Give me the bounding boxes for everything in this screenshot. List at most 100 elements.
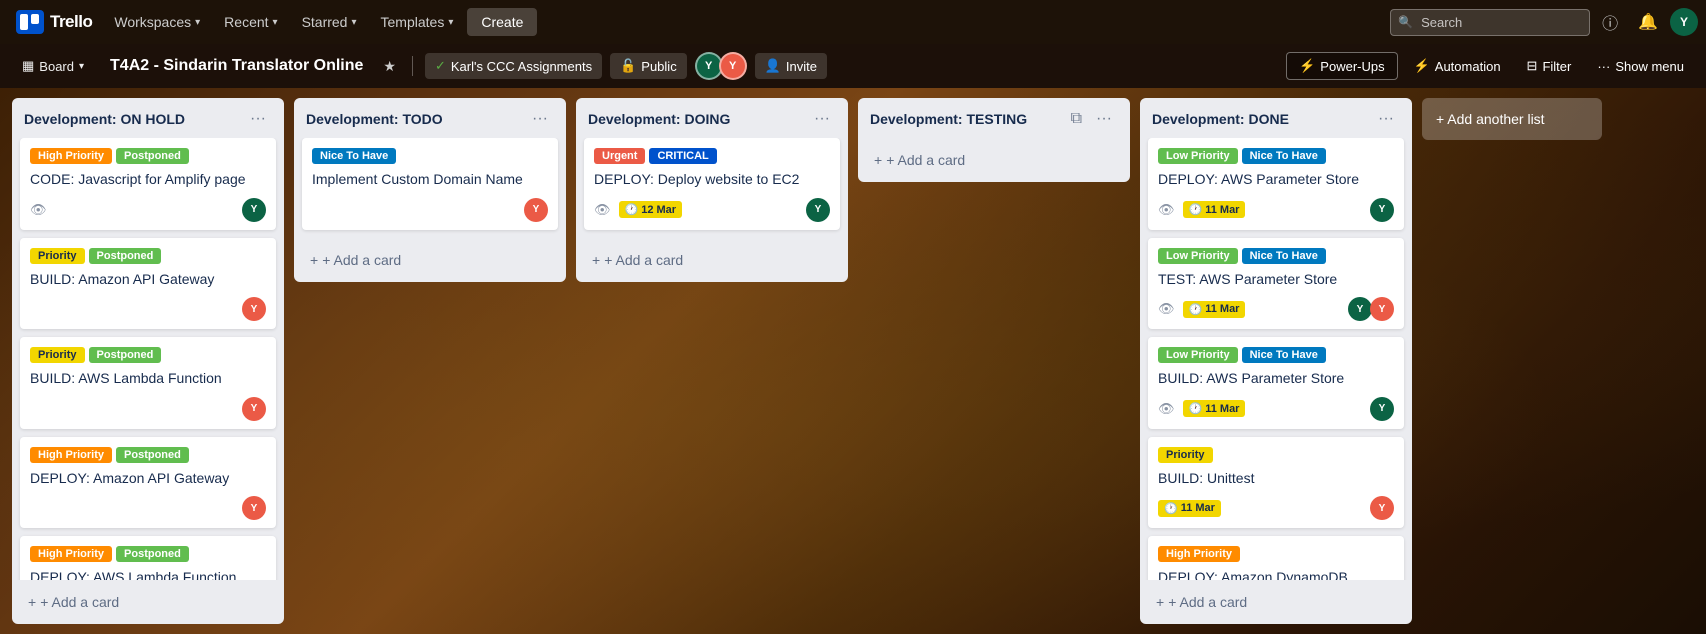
card-member-avatar[interactable]: Y <box>1370 397 1394 421</box>
public-button[interactable]: 🔓 Public <box>610 53 687 79</box>
card-member-avatar[interactable]: Y <box>806 198 830 222</box>
board-type-chevron: ▾ <box>79 61 84 72</box>
card-member-avatar[interactable]: Y <box>242 198 266 222</box>
card-member-avatar[interactable]: Y <box>1370 496 1394 520</box>
automation-label: Automation <box>1435 59 1501 74</box>
list-menu-button[interactable]: ··· <box>1090 108 1118 130</box>
card[interactable]: Low PriorityNice To Have TEST: AWS Param… <box>1148 238 1404 330</box>
card-member-avatar[interactable]: Y <box>242 496 266 520</box>
show-menu-button[interactable]: ··· Show menu <box>1587 54 1694 79</box>
starred-button[interactable]: Starred ▾ <box>292 8 367 36</box>
list-menu-button[interactable]: ··· <box>808 108 836 130</box>
list-header: Development: ON HOLD ··· <box>12 98 284 138</box>
card-avatars: Y <box>242 397 266 421</box>
member-avatar-2[interactable]: Y <box>719 52 747 80</box>
card-member-avatar[interactable]: Y <box>1370 198 1394 222</box>
notifications-button[interactable]: 🔔 <box>1630 8 1666 36</box>
search-input[interactable] <box>1390 9 1590 36</box>
card-label: Postponed <box>89 347 162 363</box>
card-member-avatar-2[interactable]: Y <box>1370 297 1394 321</box>
board-title[interactable]: T4A2 - Sindarin Translator Online <box>102 53 371 79</box>
power-ups-label: Power-Ups <box>1320 59 1384 74</box>
board-type-button[interactable]: ▦ Board ▾ <box>12 53 94 79</box>
plus-icon: + <box>28 594 36 610</box>
card-labels: High PriorityPostponed <box>30 546 266 562</box>
card[interactable]: Low PriorityNice To Have DEPLOY: AWS Par… <box>1148 138 1404 230</box>
card-label: Low Priority <box>1158 148 1238 164</box>
card[interactable]: High PriorityPostponed DEPLOY: AWS Lambd… <box>20 536 276 580</box>
info-button[interactable]: ⓘ <box>1594 6 1626 38</box>
filter-label: Filter <box>1542 59 1571 74</box>
card[interactable]: PriorityPostponed BUILD: AWS Lambda Func… <box>20 337 276 429</box>
filter-button[interactable]: ⊟ Filter <box>1517 53 1582 79</box>
power-ups-button[interactable]: ⚡ Power-Ups <box>1286 52 1397 80</box>
checkmark-icon: ✓ <box>435 58 446 74</box>
card[interactable]: High PriorityPostponed DEPLOY: Amazon AP… <box>20 437 276 529</box>
board-list: Development: TESTING ⧉ ··· + + Add a car… <box>858 98 1130 182</box>
card-labels: UrgentCRITICAL <box>594 148 830 164</box>
trello-logo[interactable]: Trello <box>8 6 100 38</box>
card[interactable]: High PriorityPostponed CODE: Javascript … <box>20 138 276 230</box>
recent-button[interactable]: Recent ▾ <box>214 8 287 36</box>
list-title: Development: TODO <box>306 111 443 127</box>
add-card-label: + Add a card <box>1168 594 1247 610</box>
card-title: Implement Custom Domain Name <box>312 170 548 190</box>
card[interactable]: Nice To Have Implement Custom Domain Nam… <box>302 138 558 230</box>
card-labels: Low PriorityNice To Have <box>1158 148 1394 164</box>
card-labels: High PriorityPostponed <box>30 148 266 164</box>
list-menu-button[interactable]: ··· <box>526 108 554 130</box>
top-navigation: Trello Workspaces ▾ Recent ▾ Starred ▾ T… <box>0 0 1706 44</box>
automation-icon: ⚡ <box>1414 58 1430 74</box>
card-member-avatar[interactable]: Y <box>524 198 548 222</box>
card[interactable]: PriorityPostponed BUILD: Amazon API Gate… <box>20 238 276 330</box>
card-labels: PriorityPostponed <box>30 248 266 264</box>
card-title: TEST: AWS Parameter Store <box>1158 270 1394 290</box>
card-label: Priority <box>1158 447 1213 463</box>
card-member-avatar[interactable]: Y <box>242 297 266 321</box>
card-title: DEPLOY: AWS Lambda Function <box>30 568 266 580</box>
card-avatars: YY <box>1348 297 1394 321</box>
assignments-button[interactable]: ✓ Karl's CCC Assignments <box>425 53 602 79</box>
list-copy-button[interactable]: ⧉ <box>1065 108 1088 130</box>
assignments-label: Karl's CCC Assignments <box>451 59 592 74</box>
member-avatars: Y Y <box>695 52 747 80</box>
card-member-avatar[interactable]: Y <box>242 397 266 421</box>
card-label: High Priority <box>30 447 112 463</box>
workspaces-button[interactable]: Workspaces ▾ <box>104 8 210 36</box>
card-footer: 👁🕐11 Mar Y <box>1158 397 1394 421</box>
add-card-button[interactable]: + + Add a card <box>20 588 276 616</box>
watch-icon: 👁 <box>594 202 611 218</box>
add-card-button[interactable]: + + Add a card <box>866 146 1122 174</box>
list-header: Development: DOING ··· <box>576 98 848 138</box>
recent-chevron: ▾ <box>273 17 278 28</box>
add-card-button[interactable]: + + Add a card <box>1148 588 1404 616</box>
card-label: Nice To Have <box>1242 347 1326 363</box>
list-menu-button[interactable]: ··· <box>244 108 272 130</box>
star-board-button[interactable]: ★ <box>379 54 400 79</box>
workspaces-label: Workspaces <box>114 14 191 30</box>
invite-label: Invite <box>786 59 817 74</box>
workspaces-chevron: ▾ <box>195 17 200 28</box>
card-title: BUILD: Unittest <box>1158 469 1394 489</box>
card[interactable]: UrgentCRITICAL DEPLOY: Deploy website to… <box>584 138 840 230</box>
automation-button[interactable]: ⚡ Automation <box>1404 53 1511 79</box>
add-another-list-button[interactable]: + Add another list <box>1422 98 1602 140</box>
card-member-avatar[interactable]: Y <box>1348 297 1372 321</box>
list-title: Development: TESTING <box>870 111 1027 127</box>
templates-button[interactable]: Templates ▾ <box>371 8 464 36</box>
board-nav-left: ▦ Board ▾ T4A2 - Sindarin Translator Onl… <box>12 52 827 80</box>
add-card-button[interactable]: + + Add a card <box>584 246 840 274</box>
user-avatar[interactable]: Y <box>1670 8 1698 36</box>
invite-button[interactable]: 👤 Invite <box>755 53 827 79</box>
create-button[interactable]: Create <box>467 8 537 36</box>
add-card-button[interactable]: + + Add a card <box>302 246 558 274</box>
card-label: Priority <box>30 347 85 363</box>
card-avatars: Y <box>1370 397 1394 421</box>
date-badge: 🕐11 Mar <box>1183 400 1246 417</box>
card[interactable]: Low PriorityNice To Have BUILD: AWS Para… <box>1148 337 1404 429</box>
card-footer: 👁🕐11 Mar YY <box>1158 297 1394 321</box>
card[interactable]: High Priority DEPLOY: Amazon DynamoDB 👁🕐… <box>1148 536 1404 580</box>
card[interactable]: Priority BUILD: Unittest 🕐11 Mar Y <box>1148 437 1404 529</box>
card-footer: 👁 Y <box>30 198 266 222</box>
list-menu-button[interactable]: ··· <box>1372 108 1400 130</box>
